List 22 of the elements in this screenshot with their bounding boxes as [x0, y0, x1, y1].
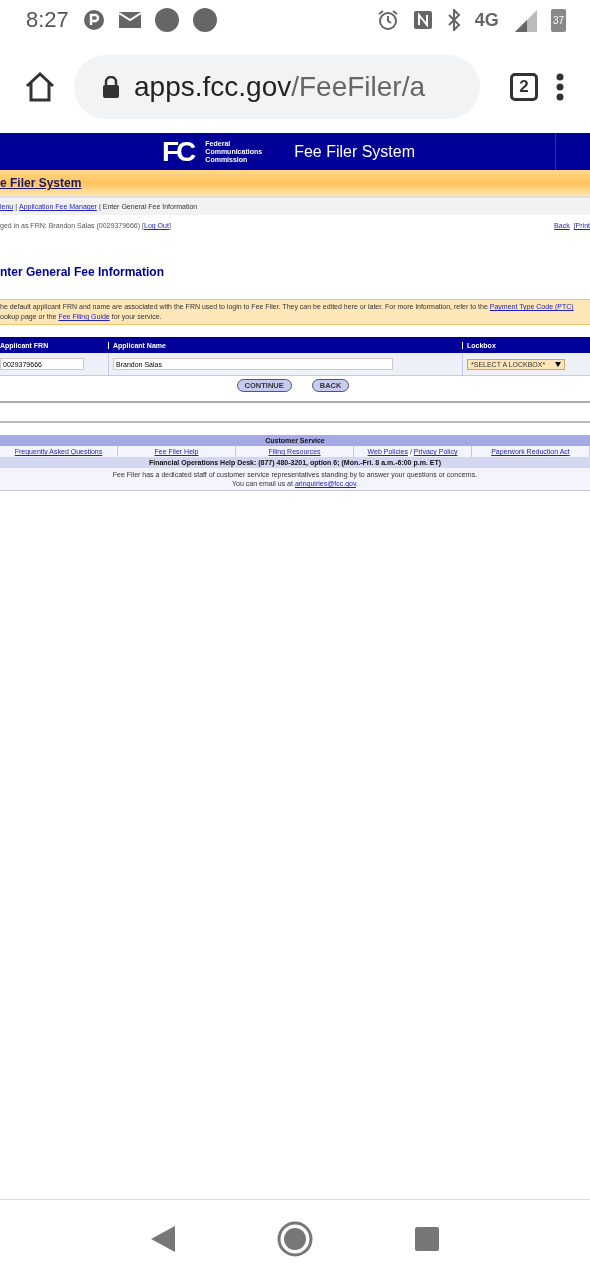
home-icon[interactable]: [24, 71, 56, 102]
home-button-icon[interactable]: [277, 1221, 313, 1257]
dropdown-caret-icon: [555, 361, 562, 367]
dot-icon: [192, 8, 217, 32]
address-bar[interactable]: apps.fcc.gov/FeeFiler/a: [74, 54, 480, 119]
page-heading: nter General Fee Information: [0, 265, 166, 279]
dot-icon: [154, 8, 179, 32]
logo-mark: FC: [162, 135, 194, 168]
system-link[interactable]: e Filer System: [0, 176, 82, 190]
tab-count[interactable]: 2: [510, 72, 538, 101]
alarm-clock-icon: [376, 9, 399, 31]
bluetooth-icon: [446, 9, 461, 31]
site-title: Fee Filer System: [294, 142, 417, 161]
network-type: 4G: [474, 9, 499, 31]
mail-icon: [118, 12, 141, 28]
menu-icon[interactable]: [556, 72, 564, 101]
lock-icon: [102, 75, 120, 98]
battery-level: 37: [550, 8, 566, 32]
back-icon[interactable]: [151, 1226, 175, 1252]
p-circle-icon: [82, 9, 105, 31]
nfc-icon: [412, 10, 433, 30]
clock-time: 8:27: [26, 7, 69, 33]
